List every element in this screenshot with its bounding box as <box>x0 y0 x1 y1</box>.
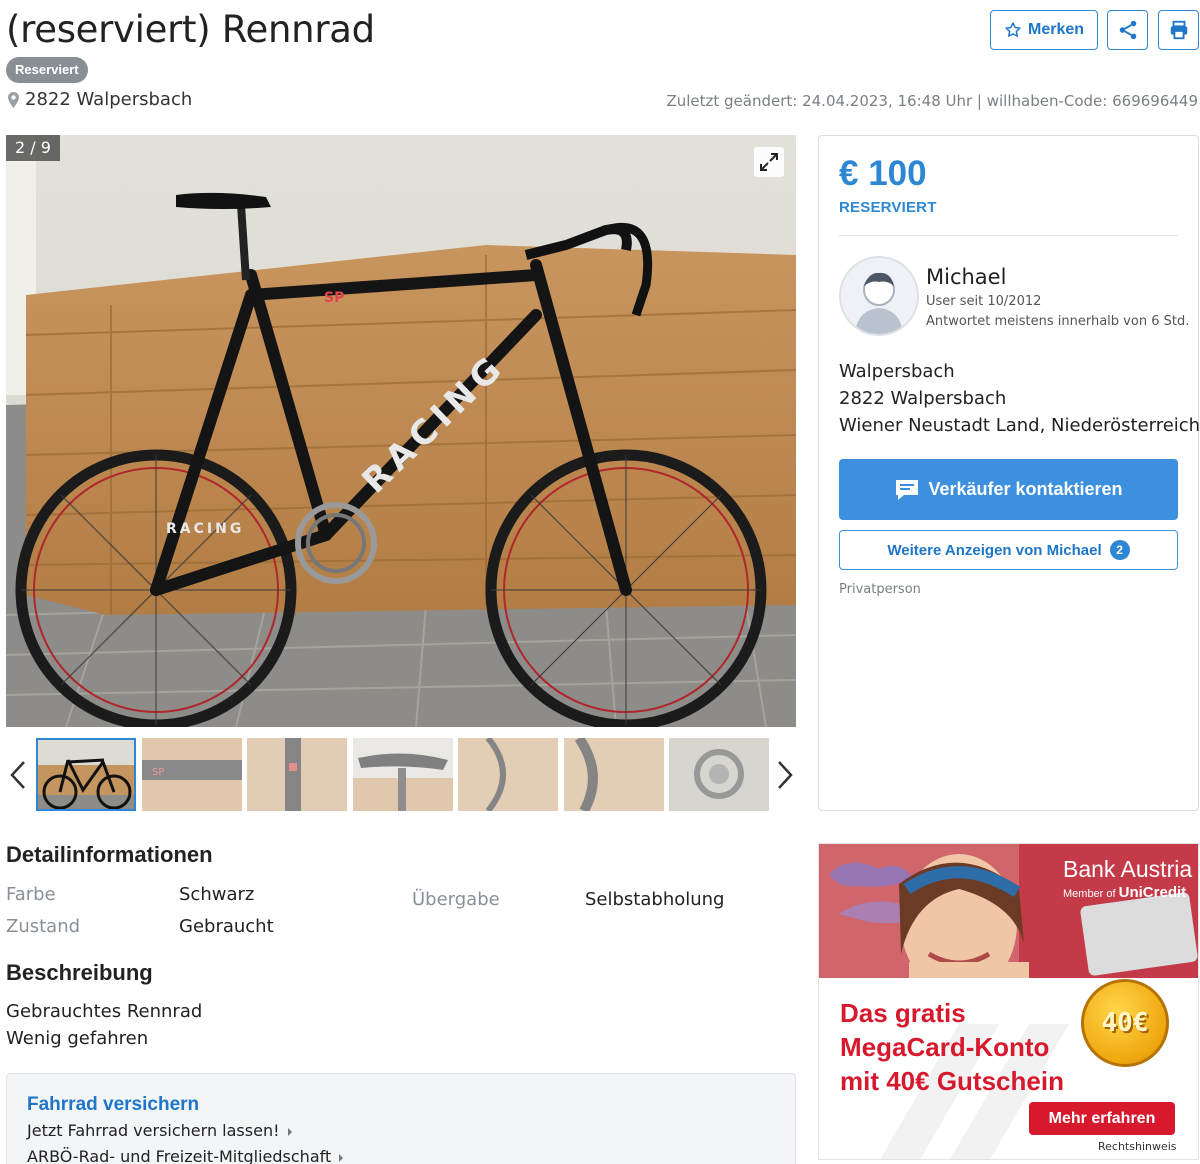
thumbnail-image: SP <box>142 738 242 811</box>
expand-icon <box>760 153 778 171</box>
detail-value: Gebraucht <box>179 916 274 937</box>
ad-coin: 40€ <box>1081 979 1169 1067</box>
thumbnail[interactable] <box>669 738 769 811</box>
description-line: Wenig gefahren <box>6 1028 149 1049</box>
seller-response-time: Antwortet meistens innerhalb von 6 Std. <box>926 314 1190 329</box>
print-button[interactable] <box>1158 10 1199 50</box>
ad-legal-link[interactable]: Rechtshinweis <box>1098 1140 1177 1153</box>
location-text: 2822 Walpersbach <box>25 89 193 110</box>
thumbnail[interactable] <box>247 738 347 811</box>
ad-member: Member of UniCredit <box>1063 884 1186 901</box>
price: € 100 <box>839 154 927 193</box>
membership-link-label: ARBÖ-Rad- und Freizeit-Mitgliedschaft <box>27 1147 332 1164</box>
contact-seller-label: Verkäufer kontaktieren <box>928 479 1123 499</box>
seller-type: Privatperson <box>839 582 921 597</box>
thumbnail[interactable]: SP <box>142 738 242 811</box>
share-icon <box>1119 20 1136 40</box>
more-listings-count: 2 <box>1109 540 1130 560</box>
insurance-link-label: Jetzt Fahrrad versichern lassen! <box>27 1121 280 1140</box>
ad-member-brand: UniCredit <box>1118 884 1187 901</box>
caret-right-icon <box>287 1127 292 1136</box>
location: 2822 Walpersbach <box>8 89 192 110</box>
star-icon <box>1005 22 1021 37</box>
insurance-heading[interactable]: Fahrrad versichern <box>27 1094 199 1116</box>
insurance-link[interactable]: Jetzt Fahrrad versichern lassen! <box>27 1121 292 1140</box>
address-line: 2822 Walpersbach <box>839 388 1007 409</box>
detail-label: Übergabe <box>412 889 500 910</box>
page-title: (reserviert) Rennrad <box>6 8 375 51</box>
description-heading: Beschreibung <box>6 960 153 985</box>
address-line: Walpersbach <box>839 361 955 382</box>
save-label: Merken <box>1027 21 1085 38</box>
ad-member-prefix: Member of <box>1063 888 1116 900</box>
bicycle-photo: RACING RACING SP <box>6 135 796 727</box>
thumbnail-image <box>669 738 769 811</box>
message-icon <box>896 479 919 500</box>
save-button[interactable]: Merken <box>990 10 1098 50</box>
location-pin-icon <box>8 91 19 108</box>
membership-link[interactable]: ARBÖ-Rad- und Freizeit-Mitgliedschaft <box>27 1147 344 1164</box>
fullscreen-button[interactable] <box>754 147 784 177</box>
seller-name[interactable]: Michael <box>926 265 1006 289</box>
divider <box>839 235 1178 236</box>
price-status: RESERVIERT <box>839 199 937 216</box>
chevron-left-icon[interactable] <box>8 760 28 790</box>
user-avatar-icon <box>841 258 917 334</box>
detail-value: Selbstabholung <box>585 889 725 910</box>
thumbnail[interactable] <box>564 738 664 811</box>
svg-text:RACING: RACING <box>166 521 244 537</box>
chevron-right-icon[interactable] <box>775 760 795 790</box>
thumbnail-image <box>458 738 558 811</box>
thumbnail-image <box>247 738 347 811</box>
seller-since: User seit 10/2012 <box>926 294 1042 309</box>
description-line: Gebrauchtes Rennrad <box>6 1001 203 1022</box>
ad-headline: Das gratis MegaCard-Konto mit 40€ Gutsch… <box>840 998 1064 1096</box>
print-icon <box>1170 20 1187 40</box>
detail-label: Zustand <box>6 916 81 937</box>
svg-text:SP: SP <box>152 767 164 778</box>
thumbnail[interactable] <box>36 738 136 811</box>
caret-right-icon <box>339 1153 344 1162</box>
main-image[interactable]: RACING RACING SP <box>6 135 796 727</box>
avatar <box>839 256 919 336</box>
svg-text:SP: SP <box>324 290 344 306</box>
thumbnail[interactable] <box>458 738 558 811</box>
ad-brand: Bank Austria <box>1063 856 1193 882</box>
thumbnail-image <box>353 738 453 811</box>
ad-cta-button[interactable]: Mehr erfahren <box>1029 1102 1175 1135</box>
listing-meta: Zuletzt geändert: 24.04.2023, 16:48 Uhr … <box>666 92 1198 110</box>
thumbnail-image <box>564 738 664 811</box>
image-counter: 2 / 9 <box>6 135 60 161</box>
details-heading: Detailinformationen <box>6 842 213 867</box>
status-badge: Reserviert <box>6 57 88 83</box>
thumbnail-image <box>38 740 134 809</box>
more-listings-button[interactable]: Weitere Anzeigen von Michael 2 <box>839 530 1178 570</box>
thumbnail[interactable] <box>353 738 453 811</box>
address-line: Wiener Neustadt Land, Niederösterreich <box>839 415 1200 436</box>
more-listings-label: Weitere Anzeigen von Michael <box>887 541 1102 559</box>
detail-value: Schwarz <box>179 884 255 905</box>
contact-seller-button[interactable]: Verkäufer kontaktieren <box>839 459 1178 520</box>
detail-label: Farbe <box>6 884 56 905</box>
share-button[interactable] <box>1107 10 1148 50</box>
